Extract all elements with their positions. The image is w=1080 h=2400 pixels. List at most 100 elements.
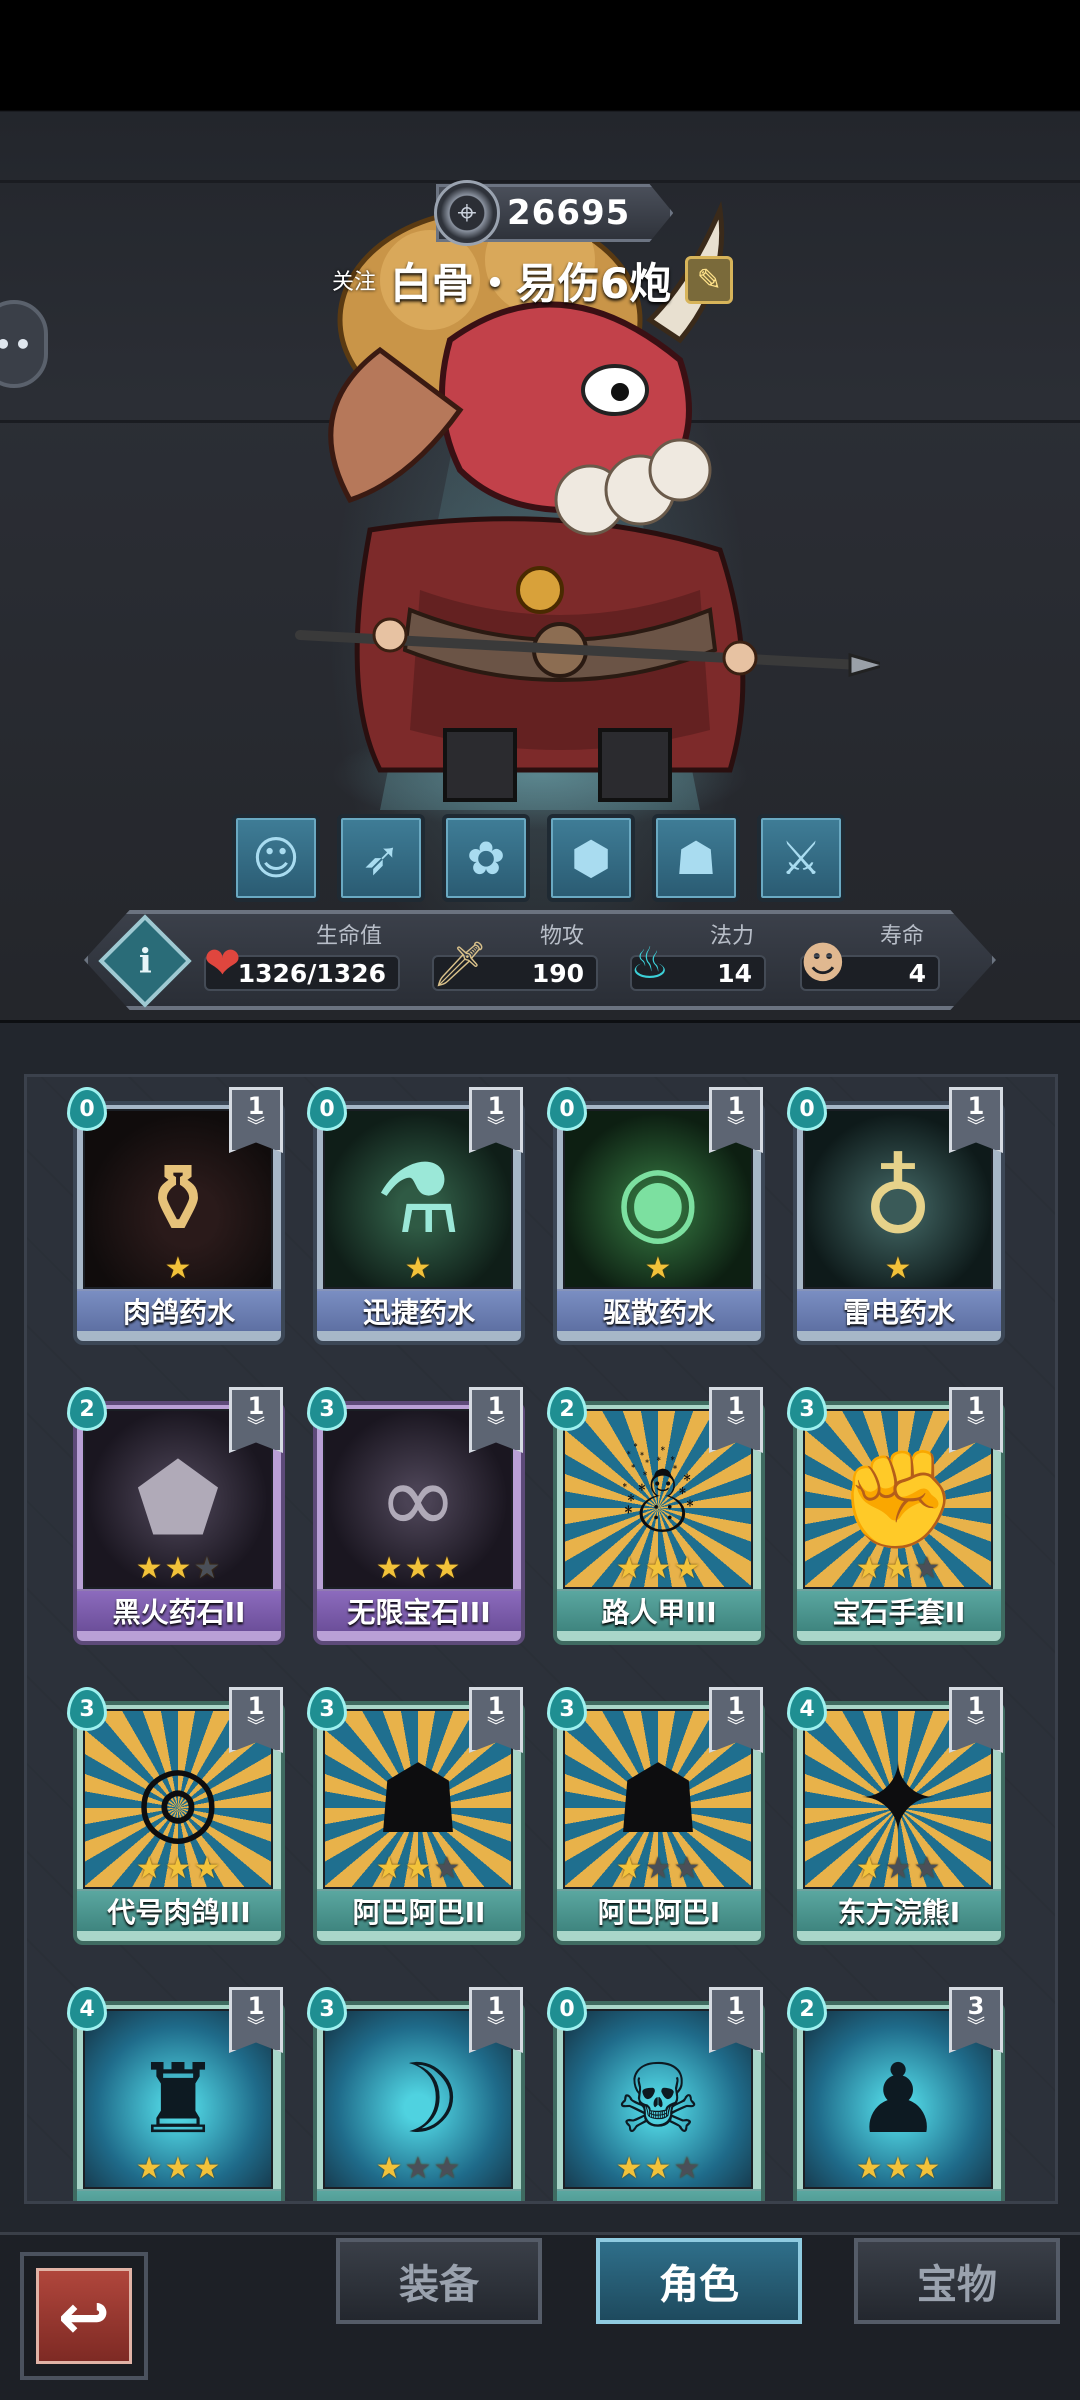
ability-slot-1[interactable]: ☺ [232,814,320,902]
character-name-row: 关注 白骨・易伤6炮 ✎ [332,250,734,310]
item-card[interactable]: ♁ ★ 雷电药水 0 1 ︾ [787,1087,1007,1347]
ability-slot-2[interactable]: ➶ [337,814,425,902]
card-name: 东方浣熊I [797,1889,1001,1931]
mana-cost-badge: 0 [547,1087,587,1131]
star-rating: ★ ★ ★ [83,1551,273,1586]
chevron-down-icon: ︾ [967,1416,985,1437]
mana-cost-badge: 0 [547,1987,587,2031]
item-card[interactable]: ♟ ★ ★ ★ 2 3 ︾ [787,1987,1007,2201]
star-icon: ★ [375,2151,403,2186]
tab-equipment-label: 装备 [399,2262,479,2308]
star-icon: ★ [135,2151,163,2186]
mana-cost-badge: 3 [307,1387,347,1431]
mana-cost-badge: 2 [547,1387,587,1431]
item-card[interactable]: ☗ ★ ★ ★ 阿巴阿巴II 3 1 ︾ [307,1687,527,1947]
card-name: 路人甲III [557,1589,761,1631]
chevron-down-icon: ︾ [247,1116,265,1137]
bow-icon: ➶ [361,831,401,885]
combat-power-value: 26695 [507,193,631,233]
card-name [797,2189,1001,2201]
star-icon: ★ [855,1551,883,1586]
item-card[interactable]: ✦ ★ ★ ★ 东方浣熊I 4 1 ︾ [787,1687,1007,1947]
item-card[interactable]: ♜ ★ ★ ★ 4 1 ︾ [67,1987,287,2201]
star-icon: ★ [404,1251,432,1286]
card-name [77,2189,281,2201]
back-arrow-icon: ↩ [36,2268,132,2364]
mana-cost-badge: 3 [67,1687,107,1731]
tab-character[interactable]: 角色 [596,2238,802,2324]
star-icon: ★ [884,1551,912,1586]
item-card[interactable]: ✊ ★ ★ ★ 宝石手套II 3 1 ︾ [787,1387,1007,1647]
ability-slot-4[interactable]: ⬢ [547,814,635,902]
item-card[interactable]: ◉ ★ 驱散药水 0 1 ︾ [547,1087,767,1347]
card-name: 迅捷药水 [317,1289,521,1331]
mana-cost-badge: 3 [307,1687,347,1731]
star-rating: ★ ★ ★ [563,1851,753,1886]
chevron-down-icon: ︾ [967,1716,985,1737]
star-icon: ★ [164,1251,192,1286]
chevron-down-icon: ︾ [727,1116,745,1137]
back-button[interactable]: ↩ [20,2252,148,2380]
star-icon: ★ [615,1851,643,1886]
mana-label: 法力 [710,924,755,949]
mask-icon: ☗ [675,831,717,885]
star-icon: ★ [615,1551,643,1586]
star-icon: ★ [164,1551,192,1586]
star-rating: ★ ★ ★ [803,1551,993,1586]
mana-cost-badge: 0 [67,1087,107,1131]
star-icon: ★ [375,1851,403,1886]
chest-icon: ⬢ [570,831,612,885]
star-rating: ★ ★ ★ [803,2151,993,2186]
crossed-swords-icon: ⚔ [780,831,822,885]
star-icon: ★ [193,1851,221,1886]
star-icon: ★ [164,2151,192,2186]
card-name: 阿巴阿巴I [557,1889,761,1931]
ability-slot-5[interactable]: ☗ [652,814,740,902]
tab-treasure[interactable]: 宝物 [854,2238,1060,2324]
star-icon: ★ [913,1851,941,1886]
card-name: 肉鸽药水 [77,1289,281,1331]
star-rating: ★ [563,1251,753,1286]
item-card[interactable]: ☃ ★ ★ ★ 路人甲III 2 1 ︾ [547,1387,767,1647]
mana-cost-badge: 0 [787,1087,827,1131]
chevron-down-icon: ︾ [487,1716,505,1737]
star-icon: ★ [673,1551,701,1586]
item-card[interactable]: ☗ ★ ★ ★ 阿巴阿巴I 3 1 ︾ [547,1687,767,1947]
item-card[interactable]: ◎ ★ ★ ★ 代号肉鸽III 3 1 ︾ [67,1687,287,1947]
follow-label[interactable]: 关注 [332,264,376,296]
star-icon: ★ [884,1851,912,1886]
ability-bar: ☺ ➶ ✿ ⬢ ☗ ⚔ [232,814,845,902]
edit-name-button[interactable]: ✎ [685,256,734,304]
item-card[interactable]: ⬟ ★ ★ ★ 黑火药石II 2 1 ︾ [67,1387,287,1647]
chat-bubble-button[interactable]: •• [0,300,48,388]
chevron-down-icon: ︾ [247,1416,265,1437]
chevron-down-icon: ︾ [727,1716,745,1737]
star-icon: ★ [404,1551,432,1586]
item-card[interactable]: ⚗ ★ 迅捷药水 0 1 ︾ [307,1087,527,1347]
chevron-down-icon: ︾ [247,1716,265,1737]
rock-cluster-icon: ✿ [466,831,506,885]
mana-cost-badge: 0 [307,1087,347,1131]
tab-equipment[interactable]: 装备 [336,2238,542,2324]
card-name: 阿巴阿巴II [317,1889,521,1931]
star-icon: ★ [884,1251,912,1286]
item-card[interactable]: ☠ ★ ★ ★ 0 1 ︾ [547,1987,767,2201]
star-icon: ★ [913,2151,941,2186]
portrait-icon: ☻ [800,938,846,989]
chevron-down-icon: ︾ [727,1416,745,1437]
crosshair-icon: ⌖ [434,180,500,246]
ability-slot-6[interactable]: ⚔ [757,814,845,902]
attack-label: 物攻 [540,924,585,949]
star-icon: ★ [644,1851,672,1886]
item-card[interactable]: ⚱ ★ 肉鸽药水 0 1 ︾ [67,1087,287,1347]
card-name: 黑火药石II [77,1589,281,1631]
card-name: 代号肉鸽III [77,1889,281,1931]
star-icon: ★ [644,1251,672,1286]
star-rating: ★ ★ ★ [83,1851,273,1886]
flame-icon: ♨ [630,938,670,989]
ability-slot-3[interactable]: ✿ [442,814,530,902]
star-icon: ★ [615,2151,643,2186]
star-icon: ★ [135,1851,163,1886]
item-card[interactable]: ☽ ★ ★ ★ 3 1 ︾ [307,1987,527,2201]
item-card[interactable]: ∞ ★ ★ ★ 无限宝石III 3 1 ︾ [307,1387,527,1647]
